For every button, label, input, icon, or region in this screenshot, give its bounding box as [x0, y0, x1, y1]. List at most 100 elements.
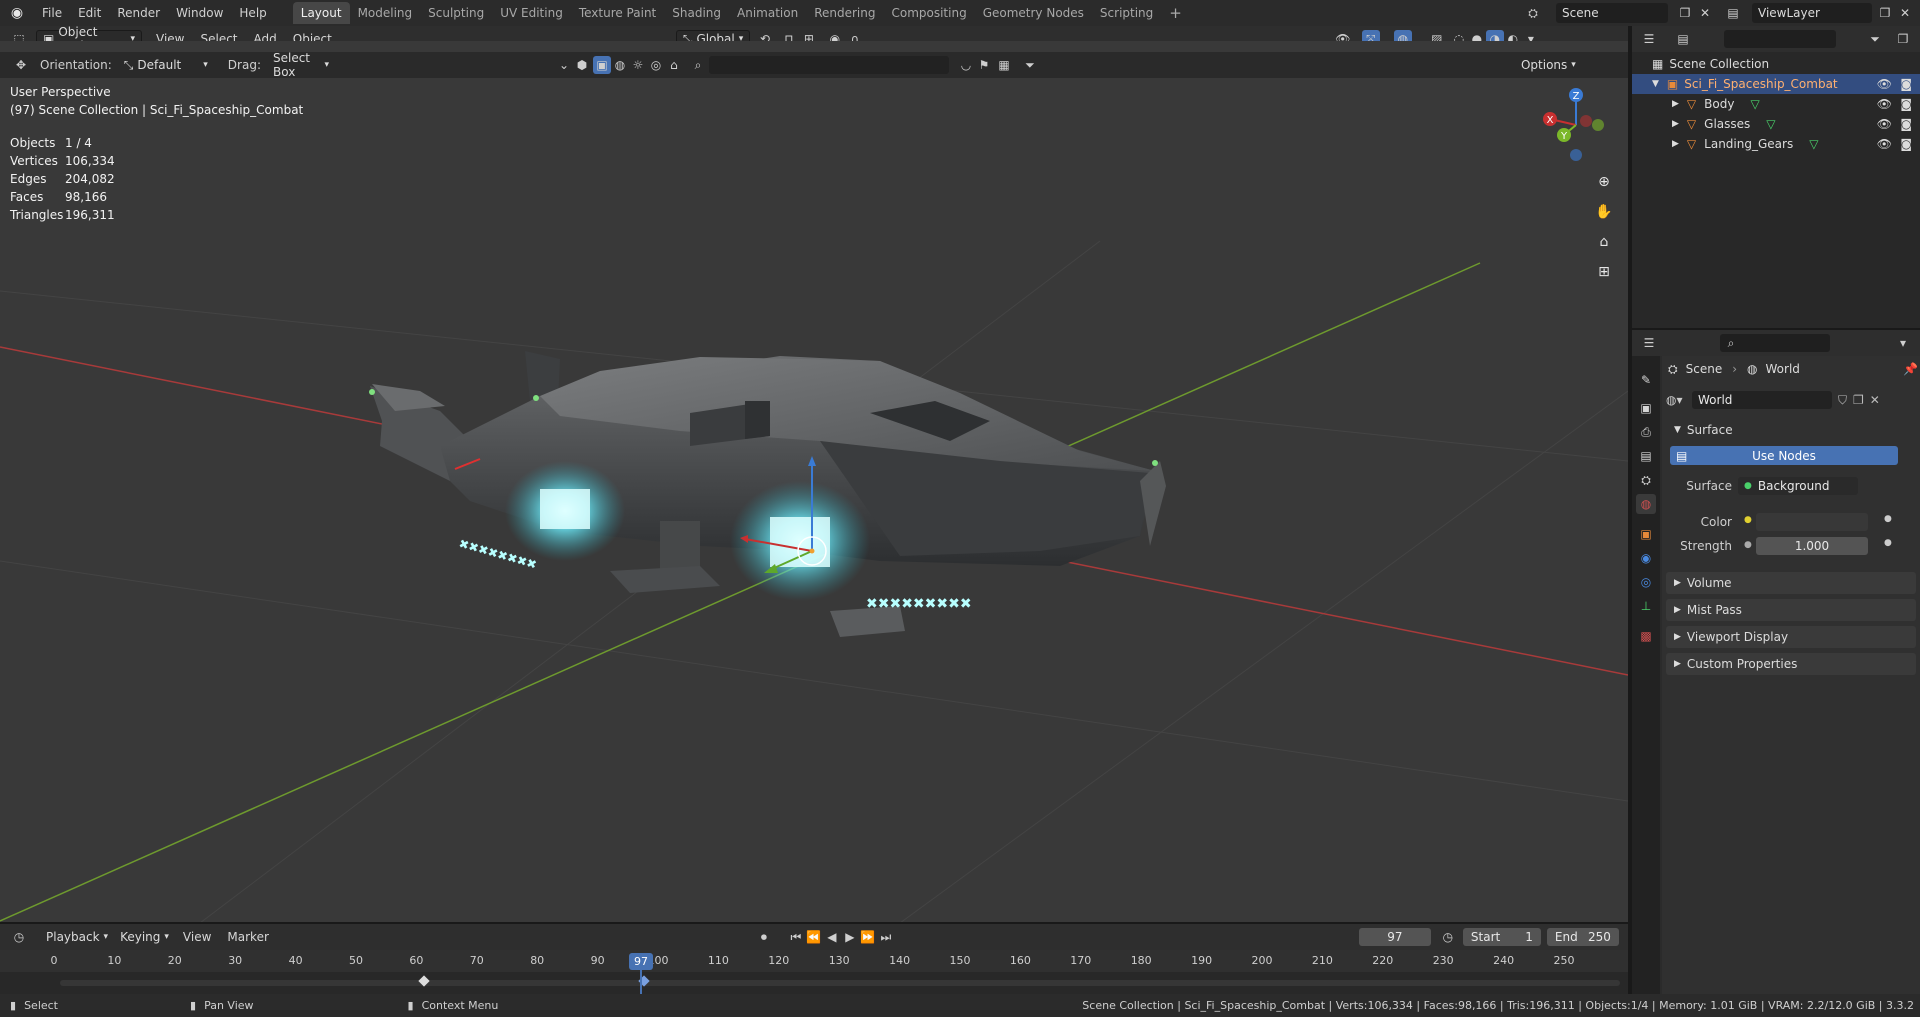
output-tab-icon[interactable]: ⎙	[1636, 422, 1656, 442]
editor-type-icon[interactable]: ◷	[10, 928, 28, 946]
camera-icon[interactable]: ◙	[1900, 137, 1912, 151]
end-frame-field[interactable]: End 250	[1546, 928, 1619, 946]
stopwatch-icon[interactable]: ◷	[1439, 928, 1457, 946]
surface-shader-field[interactable]: ● Background	[1738, 477, 1858, 495]
strength-field[interactable]: 1.000	[1756, 537, 1868, 555]
eye-icon[interactable]: 👁	[1877, 117, 1892, 131]
menu-edit[interactable]: Edit	[70, 2, 109, 24]
frame-ruler[interactable]: 0 10 20 30 40 50 60 70 80 90 100 110 120 130 140 150 160…	[0, 950, 1628, 972]
new-collection-icon[interactable]: ❐	[1894, 30, 1912, 48]
camera-icon[interactable]: ◙	[1900, 117, 1912, 131]
tab-texture-paint[interactable]: Texture Paint	[571, 2, 664, 24]
pan-hand-icon[interactable]: ✋	[1591, 199, 1617, 225]
orientation-dropdown[interactable]: ⤡ Default ▾	[118, 56, 214, 75]
outliner-scene-collection[interactable]: ▦ Scene Collection	[1632, 54, 1920, 74]
delete-scene-icon[interactable]: ✕	[1696, 4, 1714, 22]
eye-icon[interactable]: 👁	[1877, 137, 1892, 151]
menu-render[interactable]: Render	[109, 2, 168, 24]
3d-viewport[interactable]: ✖✖✖✖✖✖✖✖ ✖✖✖✖✖✖✖✖✖ User Perspective (97)…	[0, 41, 1628, 923]
add-workspace-icon[interactable]: +	[1161, 2, 1190, 24]
keying-menu[interactable]: Keying ▾	[114, 928, 175, 947]
view-layer-tab-icon[interactable]: ▤	[1636, 446, 1656, 466]
filter-toggle-icon[interactable]: ◡	[957, 56, 975, 74]
record-icon[interactable]: ⏺	[755, 928, 773, 946]
viewport-display-section-header[interactable]: ▶ Viewport Display	[1666, 626, 1916, 648]
select-box-icon[interactable]: ▣	[592, 56, 611, 74]
tab-scripting[interactable]: Scripting	[1092, 2, 1161, 24]
surface-section-header[interactable]: ▼ Surface	[1666, 419, 1916, 441]
zoom-icon[interactable]: ⊕	[1591, 169, 1617, 195]
jump-end-icon[interactable]: ⏭	[877, 928, 895, 946]
new-world-icon[interactable]: ❐	[1853, 393, 1864, 407]
timeline-scrollbar[interactable]	[60, 980, 1620, 986]
start-frame-field[interactable]: Start 1	[1462, 928, 1541, 946]
search-icon[interactable]: ⌕	[689, 56, 707, 74]
menu-file[interactable]: File	[34, 2, 70, 24]
outliner-object-row[interactable]: ▶ ▽ Body ▽ 👁 ◙	[1632, 94, 1920, 114]
camera-icon[interactable]: ◙	[1900, 97, 1912, 111]
filter-icon[interactable]: ⏷	[1021, 56, 1039, 74]
camera-icon[interactable]: ◙	[1900, 77, 1912, 91]
texture-tab-icon[interactable]: ▩	[1636, 626, 1656, 646]
options-dropdown[interactable]: Options ▾	[1515, 56, 1576, 75]
new-view-layer-icon[interactable]: ❐	[1876, 4, 1894, 22]
play-reverse-icon[interactable]: ◀	[823, 928, 841, 946]
scene-tab-icon[interactable]: ⛭	[1636, 470, 1656, 490]
physics-tab-icon[interactable]: ◎	[1636, 572, 1656, 592]
shading-ball-icon[interactable]: ◍	[611, 56, 629, 74]
fake-user-icon[interactable]: ⛉	[1838, 393, 1847, 408]
ortho-grid-icon[interactable]: ⊞	[1591, 259, 1617, 285]
render-tab-icon[interactable]: ▣	[1636, 398, 1656, 418]
display-mode-icon[interactable]: ▦	[995, 56, 1013, 74]
color-swatch[interactable]	[1756, 513, 1868, 531]
timeline-area[interactable]: 0 10 20 30 40 50 60 70 80 90 100 110 120 130 140 150 160…	[0, 950, 1628, 994]
chevron-right-icon[interactable]: ▶	[1672, 99, 1679, 109]
playback-menu[interactable]: Playback ▾	[40, 928, 114, 947]
keyframe-dot-icon[interactable]: ●	[1884, 514, 1892, 524]
menu-help[interactable]: Help	[231, 2, 274, 24]
chevron-down-icon[interactable]: ▼	[1652, 79, 1659, 89]
bookmark-icon[interactable]: ⚑	[975, 56, 993, 74]
navigation-gizmo[interactable]: Z X Y	[1536, 85, 1616, 165]
world-icon[interactable]: ◎	[647, 56, 665, 74]
outliner-object-row[interactable]: ▶ ▽ Landing_Gears ▽ 👁 ◙	[1632, 134, 1920, 154]
spaceship-model[interactable]: ✖✖✖✖✖✖✖✖ ✖✖✖✖✖✖✖✖✖	[369, 351, 1166, 637]
menu-marker[interactable]: Marker	[219, 930, 276, 944]
collapse-icon[interactable]: ⌄	[555, 56, 573, 74]
volume-section-header[interactable]: ▶ Volume	[1666, 572, 1916, 594]
light-icon[interactable]: ☼	[629, 56, 647, 74]
tab-uv-editing[interactable]: UV Editing	[492, 2, 571, 24]
tab-rendering[interactable]: Rendering	[806, 2, 883, 24]
viewport-search-input[interactable]	[708, 56, 949, 74]
scene-selector[interactable]: Scene	[1556, 3, 1668, 23]
jump-start-icon[interactable]: ⏮	[787, 928, 805, 946]
chevron-right-icon[interactable]: ▶	[1672, 119, 1679, 129]
tab-compositing[interactable]: Compositing	[883, 2, 974, 24]
outliner-object-row[interactable]: ▶ ▽ Glasses ▽ 👁 ◙	[1632, 114, 1920, 134]
scene-icon[interactable]: ⛭	[1524, 4, 1542, 22]
view-layer-icon[interactable]: ▤	[1724, 4, 1742, 22]
chevron-right-icon[interactable]: ▶	[1672, 139, 1679, 149]
prev-keyframe-icon[interactable]: ⏪	[805, 928, 823, 946]
drag-dropdown[interactable]: Select Box ▾	[267, 51, 335, 79]
camera-filter-icon[interactable]: ⌂	[665, 56, 683, 74]
custom-properties-section-header[interactable]: ▶ Custom Properties	[1666, 653, 1916, 675]
playhead-frame-label[interactable]: 97	[629, 953, 653, 970]
outliner-collection-row[interactable]: ▼ ▣ Sci_Fi_Spaceship_Combat 👁 ◙	[1632, 74, 1920, 94]
display-mode-icon[interactable]: ▤	[1674, 30, 1692, 48]
world-browse-icon[interactable]: ◍▾	[1666, 393, 1692, 407]
move-tool-icon[interactable]: ✥	[12, 56, 30, 74]
editor-type-icon[interactable]: ☰	[1640, 30, 1658, 48]
modifier-tab-icon[interactable]: ◉	[1636, 548, 1656, 568]
unlink-world-icon[interactable]: ✕	[1870, 393, 1880, 407]
tab-shading[interactable]: Shading	[664, 2, 729, 24]
delete-view-layer-icon[interactable]: ✕	[1896, 4, 1914, 22]
pin-icon[interactable]: 📌	[1903, 362, 1918, 376]
camera-icon[interactable]: ⌂	[1591, 229, 1617, 255]
tab-animation[interactable]: Animation	[729, 2, 806, 24]
play-icon[interactable]: ▶	[841, 928, 859, 946]
object-data-tab-icon[interactable]: ⊥	[1636, 596, 1656, 616]
menu-view[interactable]: View	[175, 930, 219, 944]
eye-icon[interactable]: 👁	[1877, 97, 1892, 111]
tab-layout[interactable]: Layout	[292, 2, 350, 24]
